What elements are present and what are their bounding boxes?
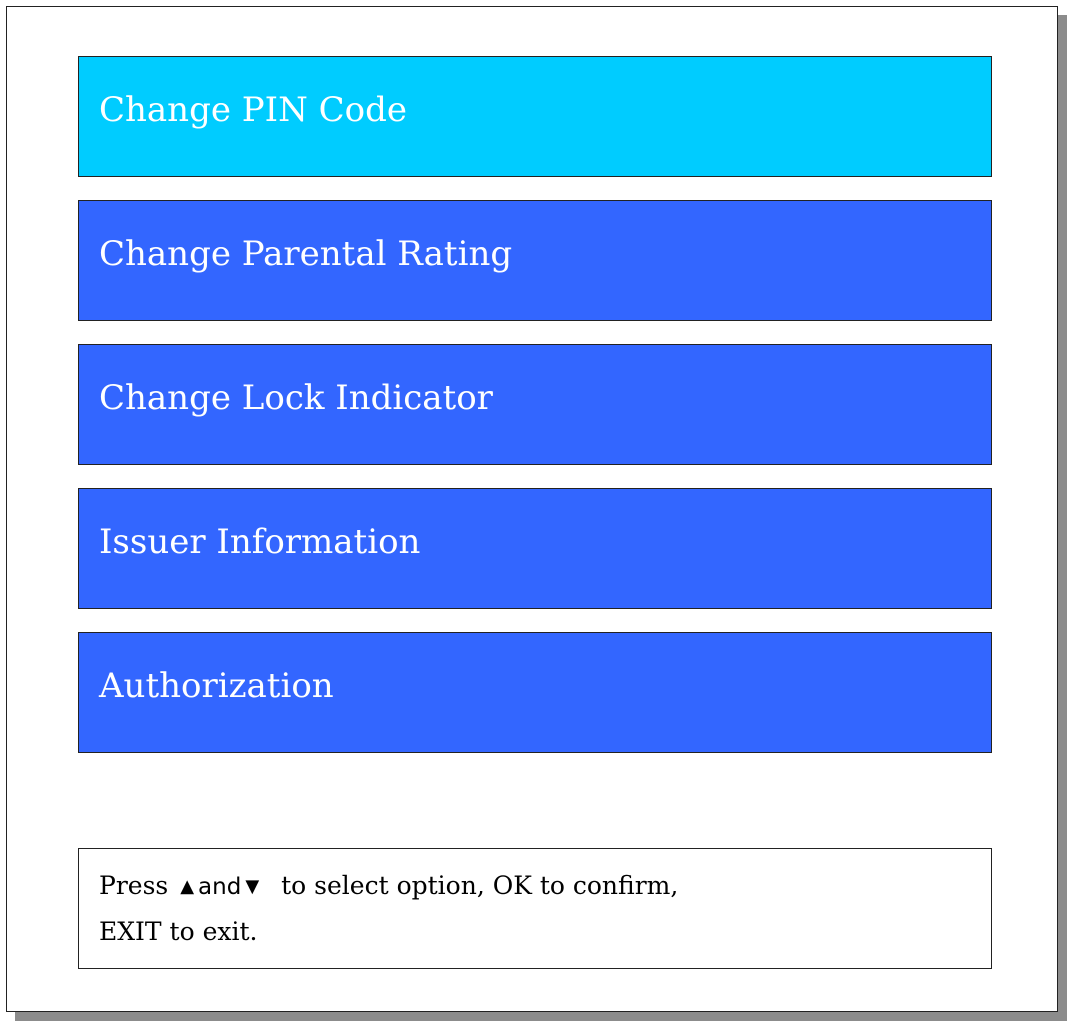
menu-item-label: Change Lock Indicator — [99, 378, 493, 418]
hint-press-text: Press — [99, 871, 169, 900]
hint-line-1: Press ▲ and ▼ to select option, OK to conf… — [99, 873, 678, 899]
help-hint-box: Press ▲ and ▼ to select option, OK to conf… — [78, 848, 992, 969]
hint-line-2: EXIT to exit. — [99, 917, 258, 946]
down-arrow-icon: ▼ — [245, 876, 260, 897]
menu-item-change-parental-rating[interactable]: Change Parental Rating — [78, 200, 992, 321]
menu-item-label: Issuer Information — [99, 522, 421, 562]
menu-item-change-pin-code[interactable]: Change PIN Code — [78, 56, 992, 177]
hint-and-text: and — [198, 874, 242, 900]
menu-item-issuer-information[interactable]: Issuer Information — [78, 488, 992, 609]
menu-item-label: Change PIN Code — [99, 90, 408, 130]
menu-item-change-lock-indicator[interactable]: Change Lock Indicator — [78, 344, 992, 465]
hint-instructions-text: to select option, OK to confirm, — [281, 871, 679, 900]
smart-card-menu-panel: Change PIN Code Change Parental Rating C… — [6, 6, 1058, 1012]
menu-item-label: Change Parental Rating — [99, 234, 513, 274]
up-arrow-icon: ▲ — [180, 876, 195, 897]
menu-item-authorization[interactable]: Authorization — [78, 632, 992, 753]
menu-item-label: Authorization — [99, 666, 334, 706]
